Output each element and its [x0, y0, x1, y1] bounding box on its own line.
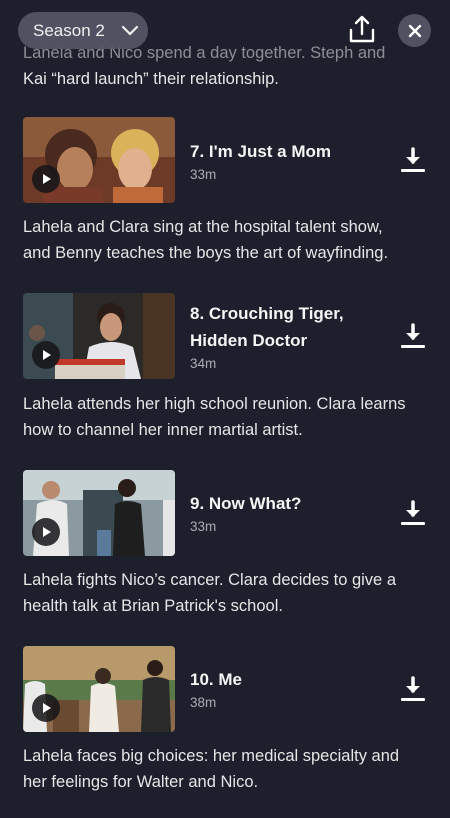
episode-description: Lahela faces big choices: her medical sp… — [23, 743, 433, 795]
episode-list[interactable]: Lahela and Nico spend a day together. St… — [0, 0, 450, 818]
episode-description-line1: Lahela fights Nico’s cancer. Clara decid… — [23, 571, 396, 589]
play-icon — [43, 174, 51, 184]
episode-thumbnail[interactable] — [23, 293, 175, 379]
episode-description-line2: and Benny teaches the boys the art of wa… — [23, 244, 389, 262]
download-button[interactable] — [398, 321, 428, 351]
episode-description-line1: Lahela and Clara sing at the hospital ta… — [23, 218, 383, 236]
download-icon — [401, 323, 425, 348]
episode-title-line1: 8. Crouching Tiger, — [190, 304, 344, 323]
play-icon — [43, 527, 51, 537]
episode-description: Lahela fights Nico’s cancer. Clara decid… — [23, 567, 433, 619]
episode-thumbnail[interactable] — [23, 470, 175, 556]
episode-duration: 33m — [190, 167, 217, 182]
episode-description: Lahela and Clara sing at the hospital ta… — [23, 214, 433, 266]
play-button[interactable] — [32, 341, 60, 369]
episode-description-line2: health talk at Brian Patrick's school. — [23, 597, 283, 615]
share-icon — [349, 15, 375, 43]
season-selector-button[interactable]: Season 2 — [18, 12, 148, 49]
download-button[interactable] — [398, 674, 428, 704]
download-icon — [401, 500, 425, 525]
episode-description-line2: her feelings for Walter and Nico. — [23, 773, 259, 791]
chevron-down-icon — [121, 25, 139, 36]
previous-description-line2: Kai “hard launch” their relationship. — [23, 70, 279, 88]
episode-description-line2: how to channel her inner martial artist. — [23, 421, 303, 439]
top-bar: Season 2 — [0, 0, 450, 60]
download-button[interactable] — [398, 145, 428, 175]
episode-duration: 33m — [190, 519, 217, 534]
play-button[interactable] — [32, 694, 60, 722]
play-button[interactable] — [32, 518, 60, 546]
episode-title: 8. Crouching Tiger, Hidden Doctor — [190, 300, 365, 354]
episode-title: 9. Now What? — [190, 494, 302, 513]
share-button[interactable] — [346, 14, 378, 46]
download-icon — [401, 147, 425, 172]
episode-description: Lahela attends her high school reunion. … — [23, 391, 433, 443]
close-icon — [408, 24, 421, 37]
close-button[interactable] — [398, 14, 431, 47]
play-button[interactable] — [32, 165, 60, 193]
episode-duration: 38m — [190, 695, 217, 710]
episode-duration: 34m — [190, 356, 217, 371]
play-icon — [43, 350, 51, 360]
download-icon — [401, 676, 425, 701]
episode-thumbnail[interactable] — [23, 117, 175, 203]
download-button[interactable] — [398, 498, 428, 528]
episode-title: 7. I'm Just a Mom — [190, 142, 332, 161]
episode-title: 10. Me — [190, 670, 242, 689]
episode-description-line1: Lahela attends her high school reunion. … — [23, 395, 406, 413]
episode-description-line1: Lahela faces big choices: her medical sp… — [23, 747, 400, 765]
episode-title-line2: Hidden Doctor — [190, 331, 308, 350]
play-icon — [43, 703, 51, 713]
season-selector-label: Season 2 — [33, 20, 105, 40]
episode-thumbnail[interactable] — [23, 646, 175, 732]
